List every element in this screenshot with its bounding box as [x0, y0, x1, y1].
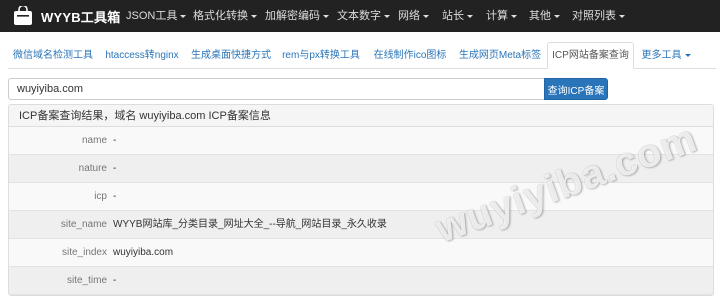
- tab-label: 更多工具: [641, 50, 682, 61]
- tab-label: htaccess转nginx: [105, 50, 179, 61]
- tab-label: rem与px转换工具: [282, 50, 360, 61]
- nav-webmaster[interactable]: 站长: [442, 0, 473, 32]
- tab-label: 生成网页Meta标签: [458, 50, 542, 61]
- domain-input[interactable]: [8, 78, 544, 100]
- table-row: nature -: [9, 155, 713, 183]
- row-value: wuyiyiba.com: [113, 247, 174, 258]
- tab-ico-maker[interactable]: 在线制作ico图标: [366, 42, 454, 69]
- tab-desktop-shortcut[interactable]: 生成桌面快捷方式: [186, 42, 276, 69]
- row-label: site_time: [66, 275, 107, 286]
- table-row: site_index wuyiyiba.com: [9, 239, 713, 267]
- row-value: -: [113, 191, 117, 202]
- brand-name: WYYB工具箱: [41, 9, 121, 25]
- nav-label: 网络: [398, 10, 420, 22]
- nav-json[interactable]: JSON工具: [126, 0, 187, 32]
- nav-crypto[interactable]: 加解密编码: [265, 0, 329, 32]
- row-value: WYYB网站库_分类目录_网址大全_--导航_网站目录_永久收录: [113, 219, 387, 230]
- nav-text[interactable]: 文本数字: [337, 0, 390, 32]
- nav-label: 其他: [529, 10, 551, 22]
- table-row: name -: [9, 127, 713, 155]
- row-label: name: [81, 135, 107, 146]
- caret-down-icon: [384, 14, 390, 18]
- nav-format[interactable]: 格式化转换: [193, 0, 257, 32]
- tab-label: 微信域名检测工具: [13, 50, 93, 61]
- row-label: nature: [78, 163, 107, 174]
- icp-search-button[interactable]: 查询ICP备案: [544, 78, 608, 100]
- caret-down-icon: [619, 14, 625, 18]
- nav-label: 计算: [486, 10, 508, 22]
- caret-down-icon: [423, 14, 429, 18]
- caret-down-icon: [467, 14, 473, 18]
- brand-link[interactable]: WYYB工具箱: [13, 6, 120, 26]
- row-label: icp: [94, 191, 107, 202]
- table-row: icp -: [9, 183, 713, 211]
- bag-icon: [14, 6, 32, 25]
- row-label: site_index: [61, 247, 107, 258]
- tab-more-tools[interactable]: 更多工具: [638, 42, 694, 69]
- caret-down-icon: [180, 14, 187, 18]
- nav-label: 对照列表: [572, 10, 616, 22]
- tab-label: 生成桌面快捷方式: [191, 50, 271, 61]
- tab-label: 在线制作ico图标: [373, 50, 447, 61]
- heading-prefix: ICP备案查询结果，域名: [19, 110, 137, 122]
- nav-label: 格式化转换: [193, 10, 248, 22]
- caret-down-icon: [511, 14, 517, 18]
- row-value: -: [113, 163, 117, 174]
- tab-icp-lookup[interactable]: ICP网站备案查询: [547, 42, 634, 69]
- tab-rem-px[interactable]: rem与px转换工具: [276, 42, 366, 69]
- row-value: -: [113, 135, 117, 146]
- table-row: site_name WYYB网站库_分类目录_网址大全_--导航_网站目录_永久收…: [9, 211, 713, 239]
- tab-htaccess-nginx[interactable]: htaccess转nginx: [98, 42, 186, 69]
- tab-wechat-domain-check[interactable]: 微信域名检测工具: [8, 42, 98, 69]
- caret-down-icon: [554, 14, 560, 18]
- result-table: name - nature - icp - site_name WYYB网站库_分类目录…: [9, 127, 713, 295]
- nav-network[interactable]: 网络: [398, 0, 429, 32]
- caret-down-icon: [684, 53, 691, 57]
- nav-label: 站长: [442, 10, 464, 22]
- caret-down-icon: [251, 14, 257, 18]
- nav-reference[interactable]: 对照列表: [572, 0, 625, 32]
- tab-label: ICP网站备案查询: [552, 50, 629, 61]
- nav-other[interactable]: 其他: [529, 0, 560, 32]
- nav-label: 文本数字: [337, 10, 381, 22]
- nav-calc[interactable]: 计算: [486, 0, 517, 32]
- table-row: site_time -: [9, 267, 713, 295]
- nav-label: 加解密编码: [265, 10, 320, 22]
- heading-domain: wuyiyiba.com: [139, 110, 206, 122]
- row-label: site_name: [60, 219, 107, 230]
- top-navbar: WYYB工具箱 JSON工具 格式化转换 加解密编码 文本数字 网络 站长 计算…: [0, 0, 720, 32]
- tool-tabs: 微信域名检测工具 htaccess转nginx 生成桌面快捷方式 rem与px转…: [0, 42, 720, 69]
- row-value: -: [113, 275, 117, 286]
- result-panel: ICP备案查询结果，域名 wuyiyiba.com ICP备案信息 name - …: [8, 104, 714, 296]
- caret-down-icon: [323, 14, 329, 18]
- heading-suffix: ICP备案信息: [208, 110, 271, 122]
- result-heading: ICP备案查询结果，域名 wuyiyiba.com ICP备案信息: [9, 105, 713, 127]
- tab-meta-generator[interactable]: 生成网页Meta标签: [454, 42, 546, 69]
- nav-label: JSON工具: [126, 10, 178, 22]
